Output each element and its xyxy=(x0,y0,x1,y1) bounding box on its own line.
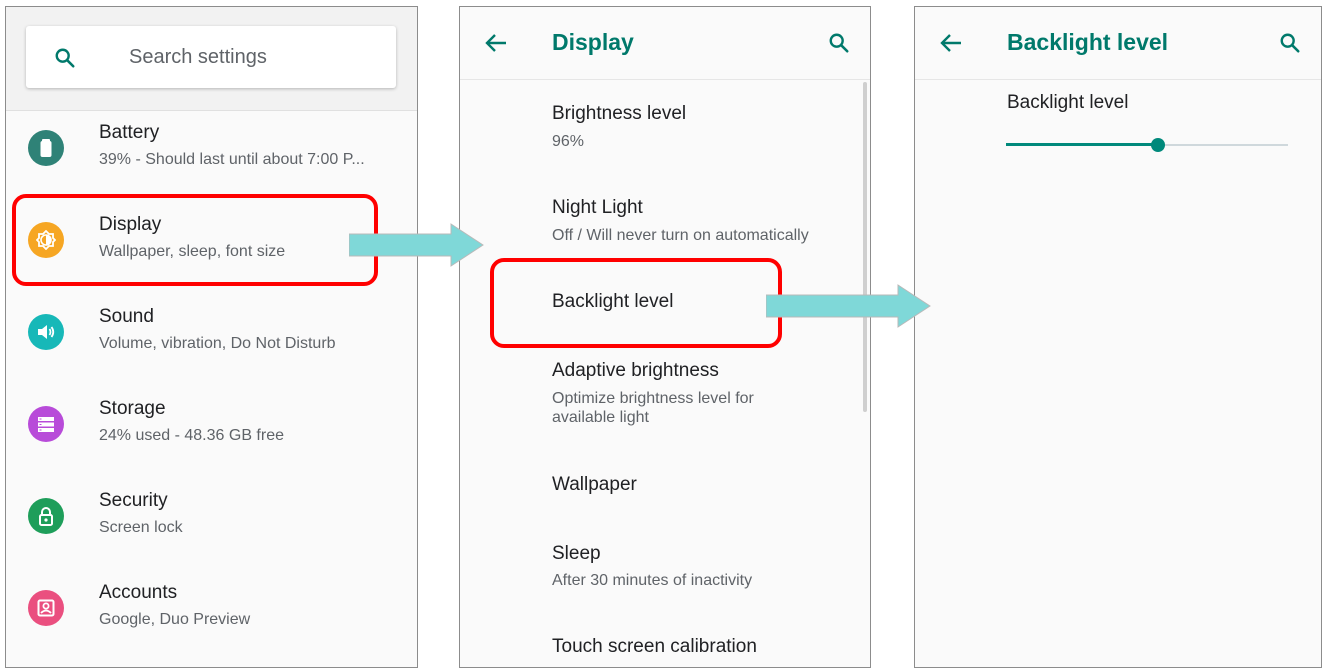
slider-fill xyxy=(1006,143,1159,146)
lock-icon xyxy=(28,498,64,534)
item-subtitle: Volume, vibration, Do Not Disturb xyxy=(99,335,336,352)
item-subtitle: 96% xyxy=(552,133,585,150)
volume-icon xyxy=(28,314,64,350)
item-title: Storage xyxy=(99,398,166,419)
search-icon[interactable] xyxy=(828,32,850,59)
storage-icon xyxy=(28,406,64,442)
slider-label: Backlight level xyxy=(1007,92,1129,113)
item-subtitle: Optimize brightness level for available … xyxy=(552,390,754,426)
item-title: Night Light xyxy=(552,197,643,218)
item-title: Battery xyxy=(99,122,160,143)
item-title: Sound xyxy=(99,306,154,327)
search-icon xyxy=(54,47,76,74)
item-subtitle: 39% - Should last until about 7:00 P... xyxy=(99,151,365,168)
settings-item-accounts[interactable]: Accounts Google, Duo Preview xyxy=(6,579,417,667)
highlight-box-backlight xyxy=(490,258,782,348)
item-title: Adaptive brightness xyxy=(552,360,719,381)
scrollbar[interactable] xyxy=(863,82,867,412)
app-bar: Display xyxy=(460,7,870,80)
item-subtitle: Google, Duo Preview xyxy=(99,611,251,628)
item-title: Accounts xyxy=(99,582,178,603)
search-input[interactable]: Search settings xyxy=(26,26,396,88)
settings-item-sound[interactable]: Sound Volume, vibration, Do Not Disturb xyxy=(6,303,417,395)
settings-item-security[interactable]: Security Screen lock xyxy=(6,487,417,579)
account-icon xyxy=(28,590,64,626)
settings-panel: Search settings Battery 39% - Should las… xyxy=(5,6,418,668)
search-icon[interactable] xyxy=(1279,32,1301,59)
item-title: Wallpaper xyxy=(552,474,637,495)
item-subtitle: Screen lock xyxy=(99,519,183,536)
back-arrow-icon[interactable] xyxy=(484,32,508,59)
backlight-slider[interactable] xyxy=(1006,135,1288,155)
search-bar-area: Search settings xyxy=(6,7,417,111)
item-subtitle: After 30 minutes of inactivity xyxy=(552,572,753,589)
item-subtitle: Off / Will never turn on automatically xyxy=(552,227,809,244)
item-title: Security xyxy=(99,490,168,511)
settings-item-storage[interactable]: Storage 24% used - 48.36 GB free xyxy=(6,395,417,487)
item-title: Touch screen calibration xyxy=(552,636,757,657)
slider-thumb[interactable] xyxy=(1151,138,1166,152)
item-title: Sleep xyxy=(552,543,601,564)
page-title: Display xyxy=(552,29,634,55)
search-placeholder: Search settings xyxy=(129,46,267,68)
page-title: Backlight level xyxy=(1007,29,1169,55)
arrow-right-icon xyxy=(766,284,931,328)
app-bar: Backlight level xyxy=(915,7,1321,80)
arrow-right-icon xyxy=(349,223,484,267)
highlight-box-display xyxy=(12,194,378,286)
backlight-panel: Backlight level Backlight level xyxy=(914,6,1322,668)
item-subtitle: 24% used - 48.36 GB free xyxy=(99,427,284,444)
back-arrow-icon[interactable] xyxy=(939,32,963,59)
item-title: Brightness level xyxy=(552,103,687,124)
battery-icon xyxy=(28,130,64,166)
